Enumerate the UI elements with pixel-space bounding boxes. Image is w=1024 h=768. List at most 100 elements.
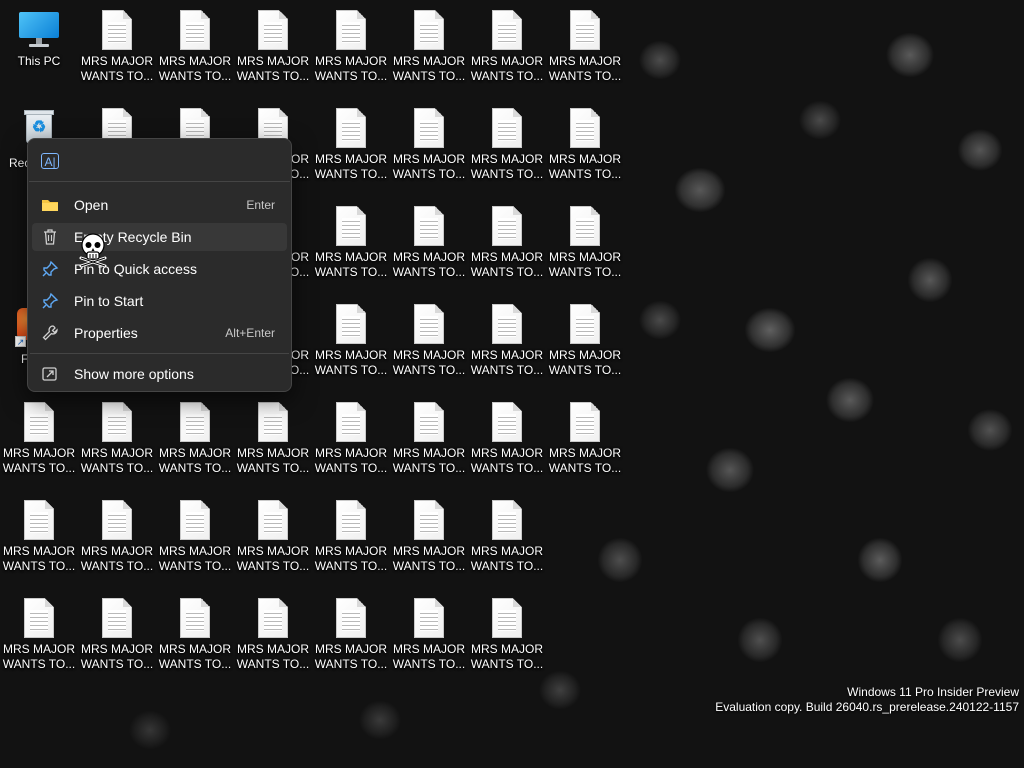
- text-file-desktop-icon[interactable]: MRS MAJORWANTS TO...: [235, 598, 311, 672]
- pin-icon: [40, 291, 60, 311]
- text-file-desktop-icon[interactable]: MRS MAJORWANTS TO...: [391, 108, 467, 182]
- file-label: MRS MAJORWANTS TO...: [469, 446, 545, 476]
- text-file-desktop-icon[interactable]: MRS MAJORWANTS TO...: [547, 304, 623, 378]
- file-label: MRS MAJORWANTS TO...: [391, 348, 467, 378]
- text-file-icon: [24, 598, 54, 638]
- text-file-icon: [336, 108, 366, 148]
- file-label: MRS MAJORWANTS TO...: [313, 54, 389, 84]
- text-file-desktop-icon[interactable]: MRS MAJORWANTS TO...: [79, 500, 155, 574]
- file-label-line2: WANTS TO...: [392, 363, 466, 377]
- file-label-line2: WANTS TO...: [470, 657, 544, 671]
- menu-item-properties[interactable]: Properties Alt+Enter: [32, 319, 287, 347]
- file-label: MRS MAJORWANTS TO...: [469, 54, 545, 84]
- text-file-desktop-icon[interactable]: MRS MAJORWANTS TO...: [391, 598, 467, 672]
- text-file-desktop-icon[interactable]: MRS MAJORWANTS TO...: [391, 10, 467, 84]
- text-file-desktop-icon[interactable]: MRS MAJORWANTS TO...: [157, 500, 233, 574]
- skull-cursor-icon: [78, 232, 108, 268]
- text-file-desktop-icon[interactable]: MRS MAJORWANTS TO...: [469, 402, 545, 476]
- text-file-desktop-icon[interactable]: MRS MAJORWANTS TO...: [235, 10, 311, 84]
- file-label: MRS MAJORWANTS TO...: [1, 544, 77, 574]
- text-file-icon: [336, 500, 366, 540]
- file-label-line1: MRS MAJOR: [315, 446, 387, 460]
- text-file-desktop-icon[interactable]: MRS MAJORWANTS TO...: [391, 206, 467, 280]
- text-file-desktop-icon[interactable]: MRS MAJORWANTS TO...: [469, 206, 545, 280]
- rename-icon[interactable]: A|: [41, 153, 59, 169]
- text-file-desktop-icon[interactable]: MRS MAJORWANTS TO...: [547, 402, 623, 476]
- text-file-icon: [102, 598, 132, 638]
- file-label-line1: MRS MAJOR: [393, 544, 465, 558]
- text-file-desktop-icon[interactable]: MRS MAJORWANTS TO...: [313, 402, 389, 476]
- text-file-desktop-icon[interactable]: MRS MAJORWANTS TO...: [469, 10, 545, 84]
- file-label: MRS MAJORWANTS TO...: [391, 54, 467, 84]
- text-file-desktop-icon[interactable]: MRS MAJORWANTS TO...: [235, 402, 311, 476]
- file-label-line1: MRS MAJOR: [3, 642, 75, 656]
- share-icon: [40, 364, 60, 384]
- file-label-line2: WANTS TO...: [392, 657, 466, 671]
- file-label-line1: MRS MAJOR: [471, 250, 543, 264]
- file-label: MRS MAJORWANTS TO...: [235, 446, 311, 476]
- text-file-desktop-icon[interactable]: MRS MAJORWANTS TO...: [79, 598, 155, 672]
- text-file-desktop-icon[interactable]: MRS MAJORWANTS TO...: [469, 108, 545, 182]
- menu-item-pin-to-start[interactable]: Pin to Start: [32, 287, 287, 315]
- file-label-line2: WANTS TO...: [80, 69, 154, 83]
- text-file-desktop-icon[interactable]: MRS MAJORWANTS TO...: [313, 500, 389, 574]
- file-label-line1: MRS MAJOR: [393, 446, 465, 460]
- text-file-desktop-icon[interactable]: MRS MAJORWANTS TO...: [469, 500, 545, 574]
- text-file-desktop-icon[interactable]: MRS MAJORWANTS TO...: [1, 500, 77, 574]
- this-pc-desktop-icon[interactable]: This PC: [1, 10, 77, 69]
- text-file-icon: [570, 108, 600, 148]
- text-file-desktop-icon[interactable]: MRS MAJORWANTS TO...: [1, 402, 77, 476]
- file-label: MRS MAJORWANTS TO...: [469, 544, 545, 574]
- file-label: MRS MAJORWANTS TO...: [469, 348, 545, 378]
- text-file-desktop-icon[interactable]: MRS MAJORWANTS TO...: [313, 206, 389, 280]
- file-label-line1: MRS MAJOR: [315, 250, 387, 264]
- file-label: MRS MAJORWANTS TO...: [157, 446, 233, 476]
- file-label-line1: MRS MAJOR: [81, 544, 153, 558]
- text-file-desktop-icon[interactable]: MRS MAJORWANTS TO...: [547, 108, 623, 182]
- monitor-icon: [17, 10, 61, 50]
- text-file-desktop-icon[interactable]: MRS MAJORWANTS TO...: [391, 402, 467, 476]
- text-file-icon: [492, 598, 522, 638]
- text-file-desktop-icon[interactable]: MRS MAJORWANTS TO...: [469, 598, 545, 672]
- text-file-desktop-icon[interactable]: MRS MAJORWANTS TO...: [1, 598, 77, 672]
- menu-item-empty-recycle-bin[interactable]: Empty Recycle Bin: [32, 223, 287, 251]
- file-label: MRS MAJORWANTS TO...: [391, 152, 467, 182]
- text-file-desktop-icon[interactable]: MRS MAJORWANTS TO...: [157, 402, 233, 476]
- file-label-line1: MRS MAJOR: [393, 642, 465, 656]
- text-file-desktop-icon[interactable]: MRS MAJORWANTS TO...: [157, 598, 233, 672]
- text-file-desktop-icon[interactable]: MRS MAJORWANTS TO...: [547, 10, 623, 84]
- menu-item-label: Open: [74, 197, 109, 213]
- text-file-desktop-icon[interactable]: MRS MAJORWANTS TO...: [547, 206, 623, 280]
- file-label: MRS MAJORWANTS TO...: [547, 348, 623, 378]
- text-file-desktop-icon[interactable]: MRS MAJORWANTS TO...: [313, 598, 389, 672]
- file-label-line2: WANTS TO...: [80, 657, 154, 671]
- file-label-line1: MRS MAJOR: [315, 348, 387, 362]
- text-file-desktop-icon[interactable]: MRS MAJORWANTS TO...: [313, 304, 389, 378]
- text-file-desktop-icon[interactable]: MRS MAJORWANTS TO...: [313, 108, 389, 182]
- text-file-icon: [180, 500, 210, 540]
- text-file-desktop-icon[interactable]: MRS MAJORWANTS TO...: [79, 10, 155, 84]
- text-file-desktop-icon[interactable]: MRS MAJORWANTS TO...: [313, 10, 389, 84]
- menu-item-open[interactable]: Open Enter: [32, 191, 287, 219]
- menu-item-pin-quick-access[interactable]: Pin to Quick access: [32, 255, 287, 283]
- file-label-line1: MRS MAJOR: [393, 250, 465, 264]
- file-label: MRS MAJORWANTS TO...: [391, 544, 467, 574]
- file-label-line1: MRS MAJOR: [549, 348, 621, 362]
- menu-item-show-more-options[interactable]: Show more options: [32, 360, 287, 388]
- text-file-icon: [258, 500, 288, 540]
- file-label-line2: WANTS TO...: [470, 559, 544, 573]
- text-file-desktop-icon[interactable]: MRS MAJORWANTS TO...: [391, 304, 467, 378]
- file-label-line1: MRS MAJOR: [237, 446, 309, 460]
- file-label: MRS MAJORWANTS TO...: [1, 446, 77, 476]
- text-file-icon: [414, 500, 444, 540]
- file-label-line1: MRS MAJOR: [315, 642, 387, 656]
- file-label: MRS MAJORWANTS TO...: [469, 642, 545, 672]
- text-file-icon: [180, 402, 210, 442]
- watermark-build: Evaluation copy. Build 26040.rs_prerelea…: [715, 700, 1019, 714]
- text-file-desktop-icon[interactable]: MRS MAJORWANTS TO...: [235, 500, 311, 574]
- text-file-desktop-icon[interactable]: MRS MAJORWANTS TO...: [157, 10, 233, 84]
- text-file-icon: [102, 10, 132, 50]
- text-file-desktop-icon[interactable]: MRS MAJORWANTS TO...: [391, 500, 467, 574]
- text-file-desktop-icon[interactable]: MRS MAJORWANTS TO...: [469, 304, 545, 378]
- text-file-desktop-icon[interactable]: MRS MAJORWANTS TO...: [79, 402, 155, 476]
